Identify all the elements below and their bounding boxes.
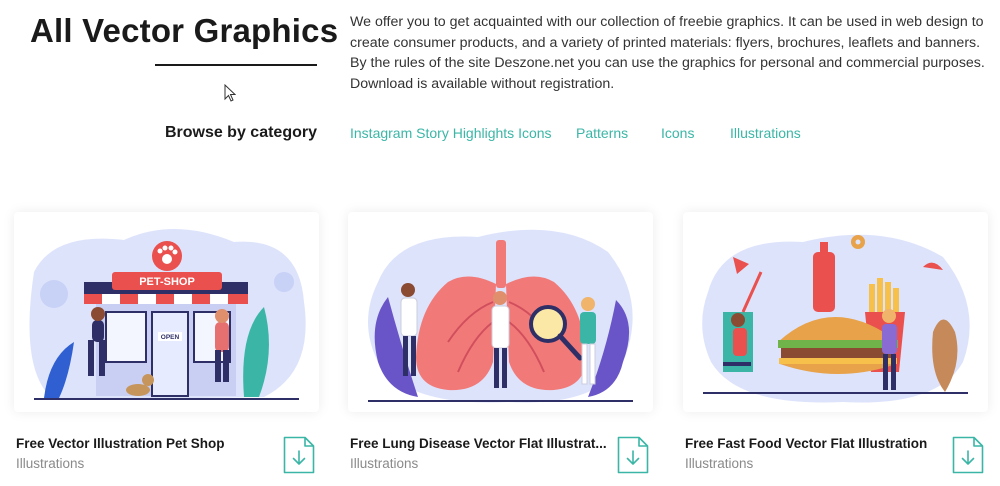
svg-text:OPEN: OPEN (161, 334, 180, 341)
category-link-patterns[interactable]: Patterns (576, 125, 628, 141)
download-button[interactable] (617, 436, 649, 474)
category-link-illustrations[interactable]: Illustrations (730, 125, 801, 141)
lung-disease-illustration (368, 229, 633, 403)
download-button[interactable] (952, 436, 984, 474)
category-link-instagram-story-highlights-icons[interactable]: Instagram Story Highlights Icons (350, 125, 552, 141)
card-title[interactable]: Free Lung Disease Vector Flat Illustrat.… (350, 436, 610, 451)
pet-shop-illustration: PET-SHOP OPEN (29, 228, 306, 400)
mouse-cursor-icon (224, 84, 236, 102)
browse-by-category-label: Browse by category (164, 124, 317, 141)
download-button[interactable] (283, 436, 315, 474)
fast-food-illustration (702, 234, 970, 403)
download-icon (283, 436, 315, 474)
card-title[interactable]: Free Fast Food Vector Flat Illustration (685, 436, 945, 451)
card-category[interactable]: Illustrations (685, 456, 753, 471)
title-underline (155, 64, 317, 66)
svg-text:PET-SHOP: PET-SHOP (139, 276, 195, 288)
page-title: All Vector Graphics (30, 12, 339, 49)
card-category[interactable]: Illustrations (350, 456, 418, 471)
card-title[interactable]: Free Vector Illustration Pet Shop (16, 436, 276, 451)
download-icon (617, 436, 649, 474)
category-link-icons[interactable]: Icons (661, 125, 694, 141)
download-icon (952, 436, 984, 474)
intro-text: We offer you to get acquainted with our … (350, 14, 985, 92)
card-thumbnail-pet-shop[interactable]: PET-SHOP OPEN (14, 212, 319, 412)
card-thumbnail-fast-food[interactable] (683, 212, 988, 412)
card-category[interactable]: Illustrations (16, 456, 84, 471)
card-thumbnail-lung-disease[interactable] (348, 212, 653, 412)
